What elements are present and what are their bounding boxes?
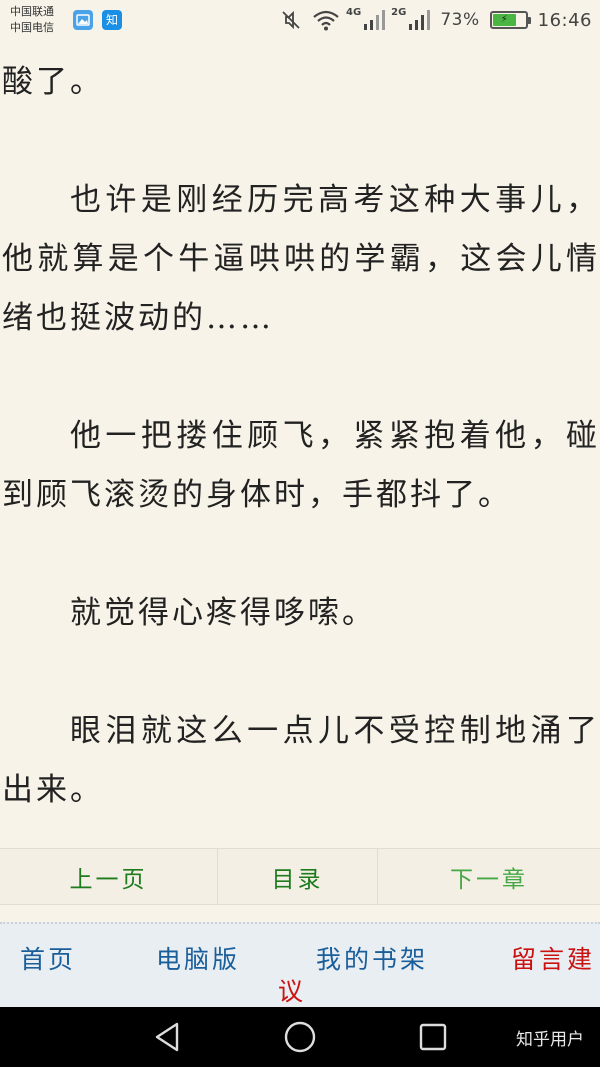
home-icon[interactable] — [278, 1007, 322, 1067]
paragraph: 眼泪就这么一点儿不受控制地涌了出来。 — [2, 713, 600, 808]
carrier-2: 中国电信 — [10, 21, 54, 34]
home-link[interactable]: 首页 — [20, 940, 76, 976]
gallery-icon — [73, 10, 93, 30]
network-label-2: 2G — [391, 6, 407, 18]
signal-icon-1 — [363, 9, 386, 31]
watermark: 知乎用户 — [516, 1030, 584, 1050]
paragraph: 酸了。 — [2, 64, 104, 100]
battery-fill: ⚡ — [492, 14, 516, 26]
paragraph: 他一把搂住顾飞，紧紧抱着他，碰到顾飞滚烫的身体时，手都抖了。 — [2, 418, 600, 513]
table-of-contents-button[interactable]: 目录 — [218, 849, 378, 904]
zhihu-icon: 知 — [102, 10, 122, 30]
pc-version-link[interactable]: 电脑版 — [156, 940, 240, 976]
battery-icon: ⚡ — [489, 11, 531, 29]
recents-icon[interactable] — [411, 1007, 455, 1067]
prev-page-button[interactable]: 上一页 — [0, 849, 218, 904]
status-bar: 中国联通 中国电信 知 4G 2G 73% ⚡ 16:46 — [0, 0, 600, 40]
clock: 16:46 — [537, 9, 592, 31]
chapter-content: 酸了。 也许是刚经历完高考这种大事儿，他就算是个牛逼哄哄的学霸，这会儿情绪也挺波… — [0, 40, 600, 848]
site-footer: 首页 电脑版 我的书架 留言建 议 — [0, 922, 600, 1007]
page-navigation: 上一页 目录 下一章 — [0, 848, 600, 905]
mute-icon — [280, 9, 302, 31]
battery-percent: 73% — [440, 10, 480, 30]
wifi-icon — [312, 9, 340, 31]
carrier-1: 中国联通 — [10, 5, 54, 18]
status-icons: 4G 2G 73% ⚡ 16:46 — [270, 0, 592, 40]
paragraph: 就觉得心疼得哆嗦。 — [70, 595, 376, 631]
system-navigation-bar: 知乎用户 — [0, 1007, 600, 1067]
feedback-link-wrap[interactable]: 议 — [278, 972, 306, 1008]
feedback-link[interactable]: 留言建 — [511, 940, 595, 976]
signal-icon-2 — [408, 9, 431, 31]
paragraph: 也许是刚经历完高考这种大事儿，他就算是个牛逼哄哄的学霸，这会儿情绪也挺波动的…… — [2, 182, 600, 336]
network-label-1: 4G — [345, 6, 362, 18]
next-chapter-button[interactable]: 下一章 — [378, 849, 600, 904]
bookshelf-link[interactable]: 我的书架 — [316, 940, 428, 976]
back-icon[interactable] — [145, 1007, 189, 1067]
carrier-info: 中国联通 中国电信 — [10, 4, 54, 36]
